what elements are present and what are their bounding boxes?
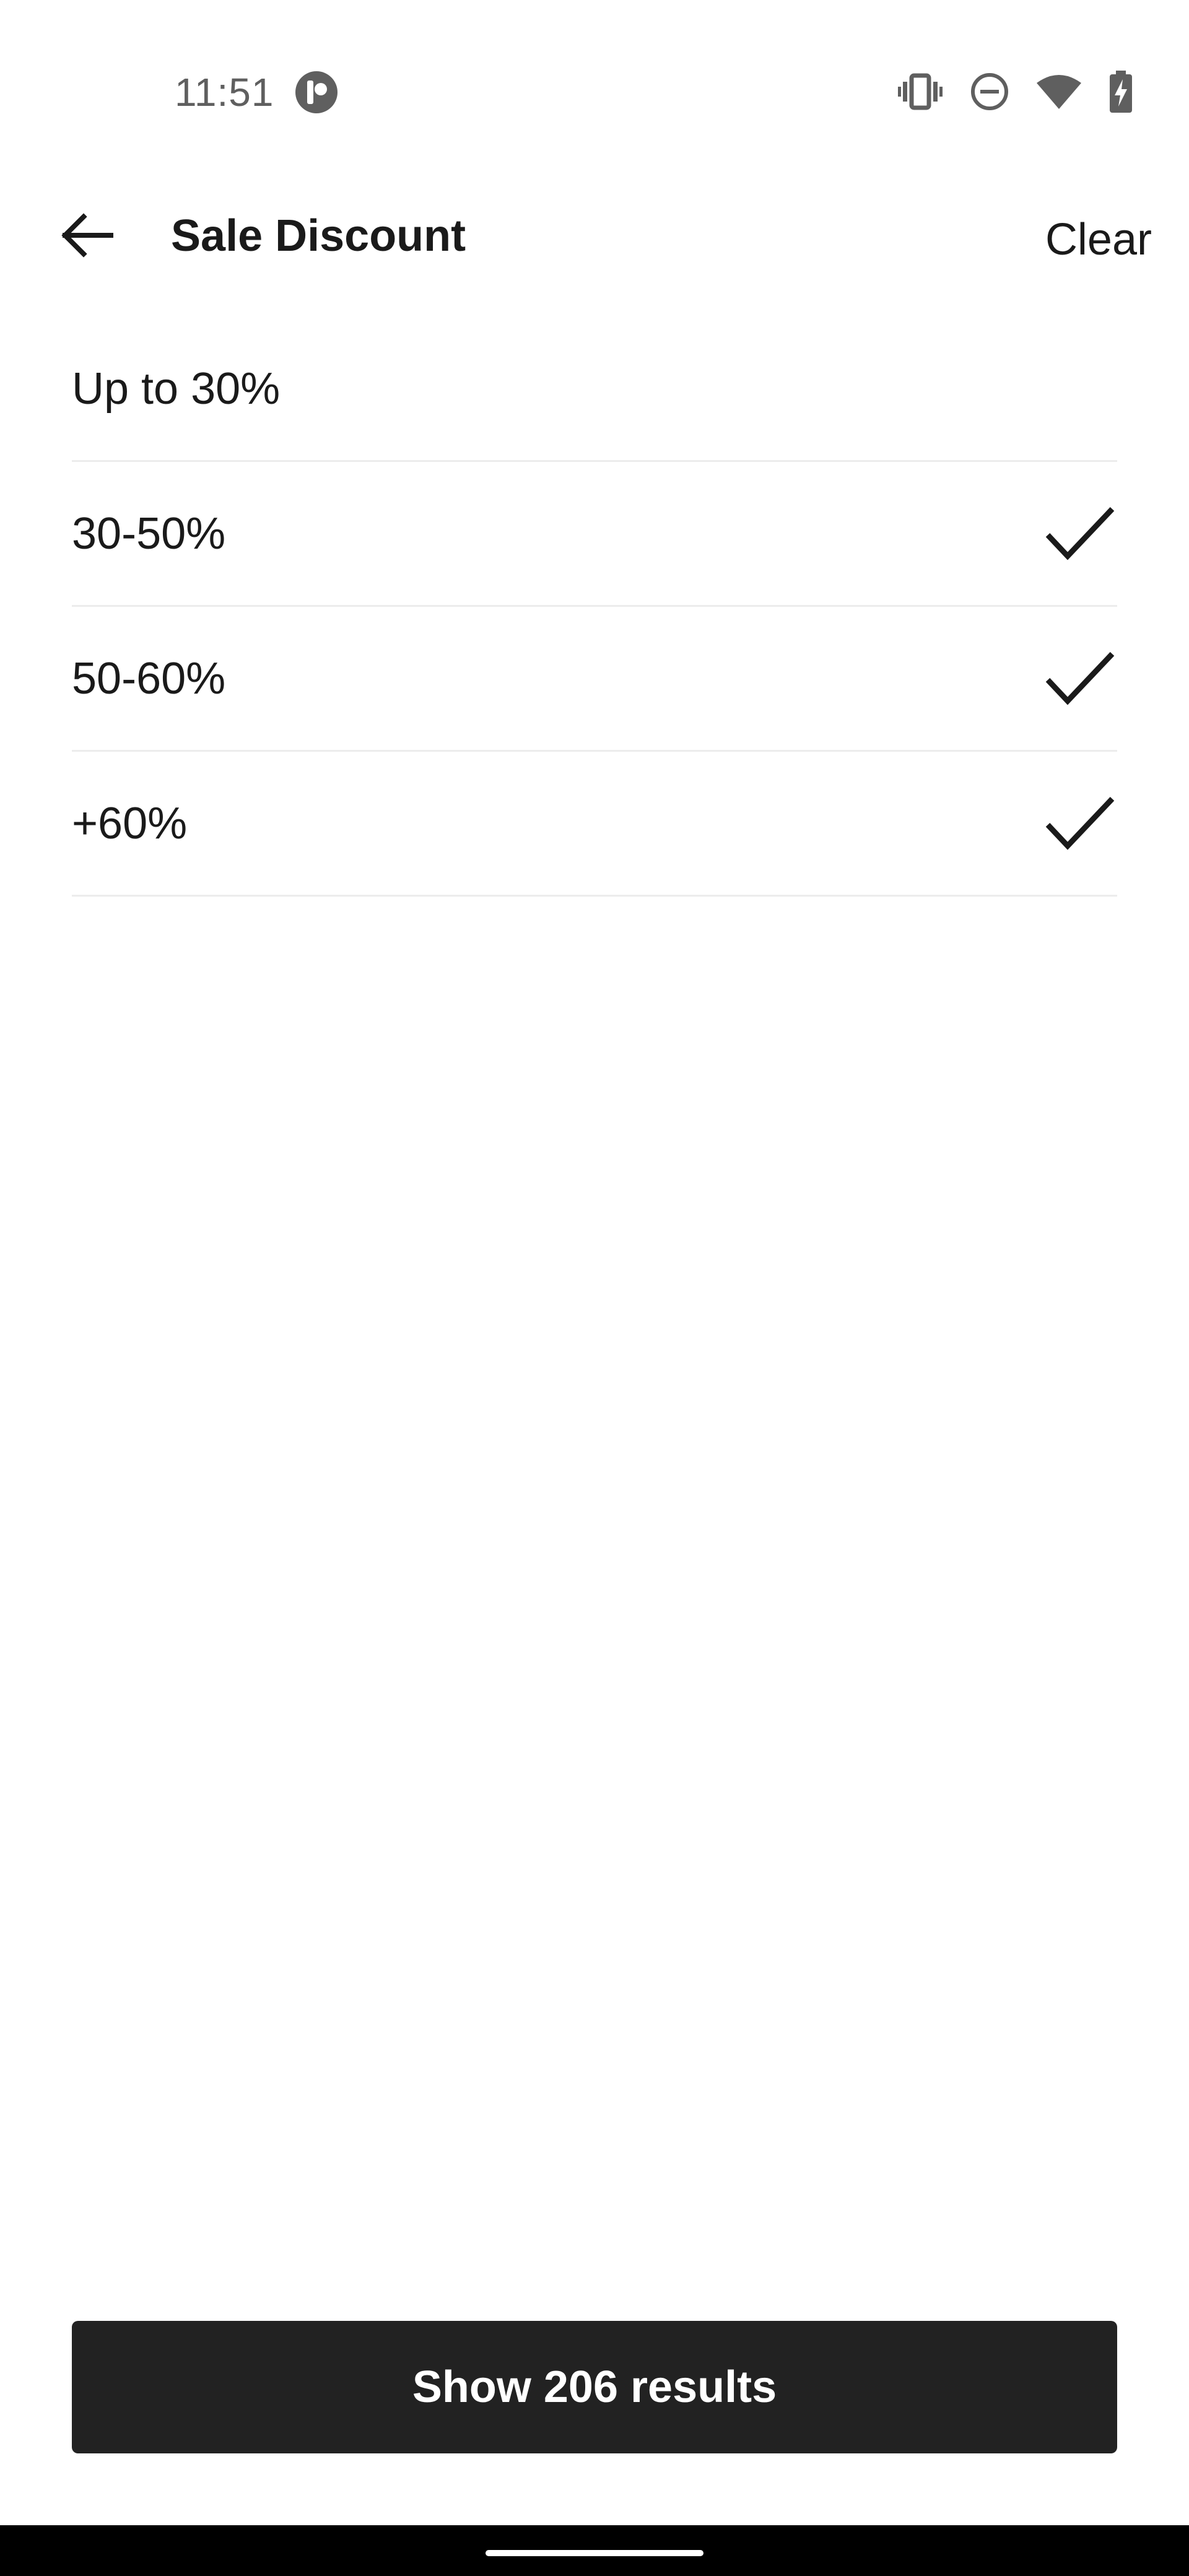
option-label: 30-50%: [72, 508, 226, 559]
status-icons: [898, 68, 1133, 115]
option-30-50[interactable]: 30-50%: [72, 462, 1117, 607]
battery-charging-icon: [1110, 71, 1132, 113]
option-label: +60%: [72, 798, 188, 848]
clear-button[interactable]: Clear: [1045, 206, 1152, 274]
checkmark-icon: [1045, 507, 1115, 560]
option-60-plus[interactable]: +60%: [72, 752, 1117, 897]
checkmark-icon: [1045, 651, 1115, 705]
checkmark-icon: [1045, 796, 1115, 850]
vibrate-icon: [898, 73, 943, 110]
back-button[interactable]: [50, 198, 124, 272]
page-title: Sale Discount: [171, 211, 466, 261]
status-time: 11:51: [175, 70, 274, 115]
wifi-icon: [1037, 75, 1081, 109]
app-notification-icon: [295, 71, 338, 113]
option-50-60[interactable]: 50-60%: [72, 607, 1117, 752]
do-not-disturb-icon: [971, 73, 1008, 110]
arrow-back-icon: [61, 213, 113, 258]
option-label: Up to 30%: [72, 363, 281, 414]
status-bar: 11:51: [0, 0, 1189, 142]
show-results-button[interactable]: Show 206 results: [72, 2321, 1117, 2453]
app-bar: Sale Discount Clear: [0, 186, 1189, 285]
option-label: 50-60%: [72, 653, 226, 703]
home-gesture-handle[interactable]: [486, 2550, 703, 2556]
option-up-to-30[interactable]: Up to 30%: [72, 317, 1117, 462]
system-navigation-bar: [0, 2525, 1189, 2576]
discount-options-list: Up to 30% 30-50% 50-60% +60%: [72, 317, 1117, 897]
show-results-label: Show 206 results: [412, 2362, 777, 2412]
